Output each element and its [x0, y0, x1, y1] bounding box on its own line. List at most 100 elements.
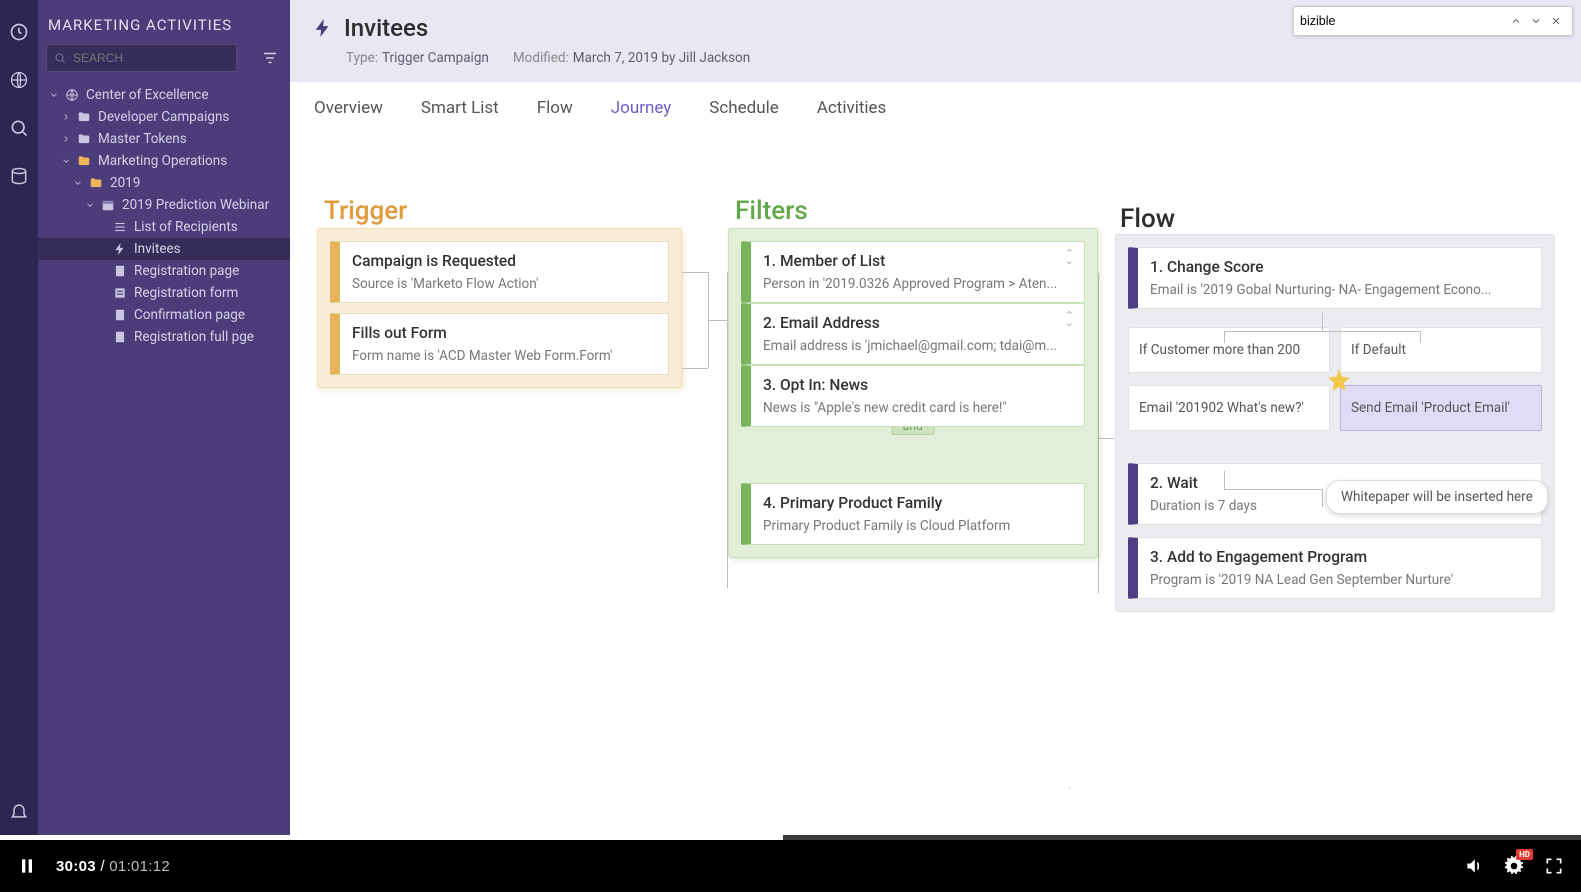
tree-item[interactable]: Registration page: [38, 260, 290, 282]
folder-open-icon: [88, 175, 104, 191]
tree-item[interactable]: Master Tokens: [38, 128, 290, 150]
nav-rail: [0, 0, 38, 835]
page-title: Invitees: [344, 14, 428, 42]
connector-line: [1224, 331, 1420, 332]
rail-globe-icon[interactable]: [7, 68, 31, 92]
filter-card[interactable]: 3. Opt In: News News is "Apple's new cre…: [741, 365, 1085, 427]
find-prev-icon[interactable]: [1506, 11, 1526, 31]
volume-icon[interactable]: [1463, 855, 1485, 877]
video-progress-track[interactable]: [0, 835, 1581, 840]
pause-button[interactable]: [16, 855, 38, 877]
folder-open-icon: [76, 153, 92, 169]
fullscreen-icon[interactable]: [1543, 855, 1565, 877]
chevron-down-icon[interactable]: [60, 155, 72, 167]
find-close-icon[interactable]: [1546, 11, 1566, 31]
connector-line: [1224, 471, 1225, 489]
settings-icon[interactable]: HD: [1503, 855, 1525, 877]
rail-search-icon[interactable]: [7, 116, 31, 140]
filter-card[interactable]: ⌃⌄ 2. Email Address Email address is 'jm…: [741, 303, 1085, 365]
filter-card-title: 4. Primary Product Family: [763, 494, 1072, 512]
tree-item[interactable]: Developer Campaigns: [38, 106, 290, 128]
calendar-icon: [100, 197, 116, 213]
find-input[interactable]: [1300, 14, 1506, 28]
flow-branch-card[interactable]: If Default: [1340, 327, 1542, 373]
connector-line: [1420, 331, 1421, 343]
chevron-down-icon[interactable]: [48, 89, 60, 101]
sidebar: MARKETING ACTIVITIES Center of Excellenc…: [38, 0, 290, 835]
tree-item[interactable]: Marketing Operations: [38, 150, 290, 172]
chevron-right-icon[interactable]: [60, 133, 72, 145]
tree-item[interactable]: Confirmation page: [38, 304, 290, 326]
tree-item-label: Master Tokens: [98, 131, 187, 147]
trigger-group: Campaign is Requested Source is 'Marketo…: [317, 228, 682, 388]
flow-branch-card[interactable]: Email '201902 What's new?': [1128, 385, 1330, 431]
rail-dashboard-icon[interactable]: [7, 20, 31, 44]
chevron-right-icon[interactable]: [60, 111, 72, 123]
tree-item[interactable]: List of Recipients: [38, 216, 290, 238]
expand-icon[interactable]: ⌃⌄: [1065, 312, 1074, 326]
connector-line: [1322, 489, 1323, 507]
connector-line: [1098, 438, 1114, 439]
filter-card[interactable]: 4. Primary Product Family Primary Produc…: [741, 483, 1085, 545]
trigger-card[interactable]: Campaign is Requested Source is 'Marketo…: [330, 241, 669, 303]
flow-card-sub: Program is '2019 NA Lead Gen September N…: [1150, 572, 1529, 588]
rail-database-icon[interactable]: [7, 164, 31, 188]
folder-icon: [76, 109, 92, 125]
flow-group: 1. Change Score Email is '2019 Gobal Nur…: [1115, 234, 1555, 612]
video-player-bar: 30:03 / 01:01:12 HD: [0, 835, 1581, 892]
page-icon: [112, 307, 128, 323]
tree-item[interactable]: Registration form: [38, 282, 290, 304]
filter-icon[interactable]: [258, 46, 282, 70]
globe-icon: [64, 87, 80, 103]
journey-canvas: Trigger Filters Flow Campaign is Request…: [290, 118, 1581, 835]
tree-item-label: List of Recipients: [134, 219, 238, 235]
list-icon: [112, 219, 128, 235]
trigger-card[interactable]: Fills out Form Form name is 'ACD Master …: [330, 313, 669, 375]
tree-item[interactable]: Registration full pge: [38, 326, 290, 348]
tree-item-label: Registration full pge: [134, 329, 254, 345]
tree-item-label: Developer Campaigns: [98, 109, 229, 125]
tree-item[interactable]: Invitees: [38, 238, 290, 260]
page-icon: [112, 263, 128, 279]
insert-tooltip: Whitepaper will be inserted here: [1326, 480, 1548, 514]
rail-notifications-icon[interactable]: [7, 799, 31, 823]
folder-tree: Center of Excellence Developer Campaigns M…: [38, 84, 290, 348]
tree-item[interactable]: Center of Excellence: [38, 84, 290, 106]
main-content: Invitees Type:Trigger Campaign Modified:…: [290, 0, 1581, 835]
tree-item[interactable]: 2019: [38, 172, 290, 194]
filter-card-title: 1. Member of List: [763, 252, 1072, 270]
filter-card-sub: Email address is 'jmichael@gmail.com; td…: [763, 338, 1072, 354]
connector-line: [1224, 489, 1322, 490]
filter-card-sub: Person in '2019.0326 Approved Program > …: [763, 276, 1072, 292]
trigger-card-sub: Source is 'Marketo Flow Action': [352, 276, 656, 292]
flow-card[interactable]: 3. Add to Engagement Program Program is …: [1128, 537, 1542, 599]
filter-card-title: 3. Opt In: News: [763, 376, 1072, 394]
flow-card-title: 3. Add to Engagement Program: [1150, 548, 1529, 566]
sidebar-title: MARKETING ACTIVITIES: [38, 12, 290, 44]
bolt-icon: [312, 17, 334, 39]
connector-line: [682, 368, 708, 369]
flow-branch-card[interactable]: If Customer more than 200: [1128, 327, 1330, 373]
tree-item-label: Confirmation page: [134, 307, 245, 323]
trigger-card-sub: Form name is 'ACD Master Web Form.Form': [352, 348, 656, 364]
tree-item[interactable]: 2019 Prediction Webinar: [38, 194, 290, 216]
filters-heading: Filters: [735, 196, 808, 226]
find-next-icon[interactable]: [1526, 11, 1546, 31]
expand-icon[interactable]: ⌃⌄: [1065, 250, 1074, 264]
video-time: 30:03 / 01:01:12: [56, 858, 170, 875]
chevron-down-icon[interactable]: [84, 199, 96, 211]
trigger-card-title: Campaign is Requested: [352, 252, 656, 270]
filter-card-sub: Primary Product Family is Cloud Platform: [763, 518, 1072, 534]
connector-line: [1322, 313, 1323, 331]
form-icon: [112, 285, 128, 301]
flow-card[interactable]: 1. Change Score Email is '2019 Gobal Nur…: [1128, 247, 1542, 309]
tree-item-label: 2019 Prediction Webinar: [122, 197, 269, 213]
video-progress-fill: [0, 835, 783, 840]
flow-branch-card-selected[interactable]: Send Email 'Product Email': [1340, 385, 1542, 431]
filter-group: ⌃⌄ 1. Member of List Person in '2019.032…: [728, 228, 1098, 558]
chevron-down-icon[interactable]: [72, 177, 84, 189]
star-icon: [1326, 367, 1352, 393]
tree-item-label: 2019: [110, 175, 140, 191]
filter-card[interactable]: ⌃⌄ 1. Member of List Person in '2019.032…: [741, 241, 1085, 303]
search-input[interactable]: [46, 44, 237, 72]
